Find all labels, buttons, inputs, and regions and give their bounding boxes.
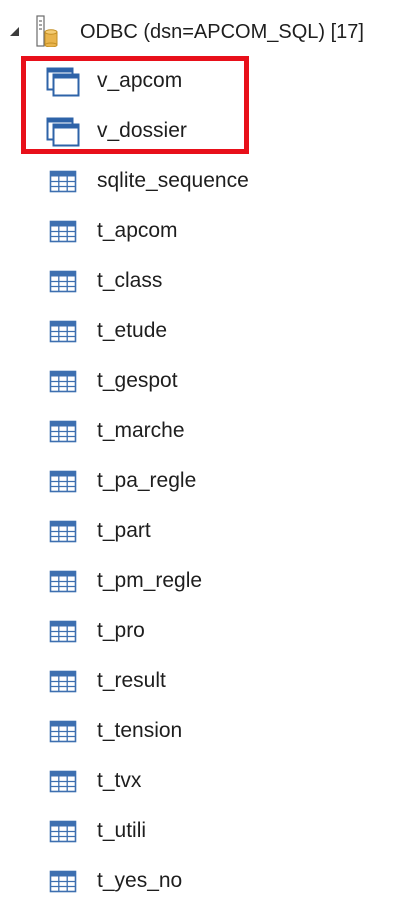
tree-node-label: t_utili (97, 819, 147, 842)
table-icon (46, 267, 80, 297)
table-icon (46, 667, 80, 697)
tree-node-table[interactable]: t_tvx (0, 756, 404, 806)
view-icon (46, 117, 80, 147)
table-icon (46, 167, 80, 197)
tree-node-label: t_apcom (97, 219, 178, 242)
tree-node-label: sqlite_sequence (97, 169, 249, 192)
tree-node-table[interactable]: t_apcom (0, 206, 404, 256)
tree-node-label: t_yes_no (97, 869, 183, 892)
table-icon (46, 717, 80, 747)
table-icon (46, 867, 80, 897)
object-explorer-tree: ODBC (dsn=APCOM_SQL) [17] v_apcom v_dossi… (0, 0, 404, 896)
tree-node-view[interactable]: v_dossier (0, 106, 404, 156)
tree-node-view[interactable]: v_apcom (0, 56, 404, 106)
tree-node-label: t_tvx (97, 769, 142, 792)
tree-node-table[interactable]: t_result (0, 656, 404, 706)
tree-node-table[interactable]: sqlite_sequence (0, 156, 404, 206)
tree-node-table[interactable]: t_pa_regle (0, 456, 404, 506)
tree-node-table[interactable]: t_marche (0, 406, 404, 456)
tree-node-label: v_dossier (97, 119, 187, 142)
table-icon (46, 817, 80, 847)
tree-node-label: t_gespot (97, 369, 178, 392)
table-icon (46, 517, 80, 547)
tree-node-odbc-connection[interactable]: ODBC (dsn=APCOM_SQL) [17] (0, 14, 404, 50)
tree-node-table[interactable]: t_pro (0, 606, 404, 656)
tree-node-label: t_pm_regle (97, 569, 203, 592)
expanded-triangle-icon[interactable] (10, 27, 19, 36)
tree-node-table[interactable]: t_gespot (0, 356, 404, 406)
tree-node-label: t_pro (97, 619, 145, 642)
tree-node-label: t_result (97, 669, 166, 692)
tree-node-label: t_etude (97, 319, 168, 342)
tree-node-table[interactable]: t_part (0, 506, 404, 556)
table-icon (46, 217, 80, 247)
database-connection-icon (36, 15, 58, 47)
table-icon (46, 767, 80, 797)
table-icon (46, 567, 80, 597)
tree-children: v_apcom v_dossier sqlite_sequence t_apcom t_… (0, 56, 404, 906)
table-icon (46, 617, 80, 647)
tree-node-table[interactable]: t_yes_no (0, 856, 404, 906)
tree-node-table[interactable]: t_utili (0, 806, 404, 856)
tree-node-label: t_class (97, 269, 163, 292)
tree-node-label: t_pa_regle (97, 469, 197, 492)
tree-node-table[interactable]: t_tension (0, 706, 404, 756)
table-icon (46, 317, 80, 347)
table-icon (46, 467, 80, 497)
tree-node-table[interactable]: t_class (0, 256, 404, 306)
tree-node-label: v_apcom (97, 69, 183, 92)
view-icon (46, 67, 80, 97)
tree-node-label: t_tension (97, 719, 183, 742)
tree-node-label: t_marche (97, 419, 185, 442)
tree-node-table[interactable]: t_etude (0, 306, 404, 356)
table-icon (46, 417, 80, 447)
tree-node-label: t_part (97, 519, 151, 542)
tree-node-table[interactable]: t_pm_regle (0, 556, 404, 606)
table-icon (46, 367, 80, 397)
connection-label: ODBC (dsn=APCOM_SQL) [17] (80, 21, 364, 43)
